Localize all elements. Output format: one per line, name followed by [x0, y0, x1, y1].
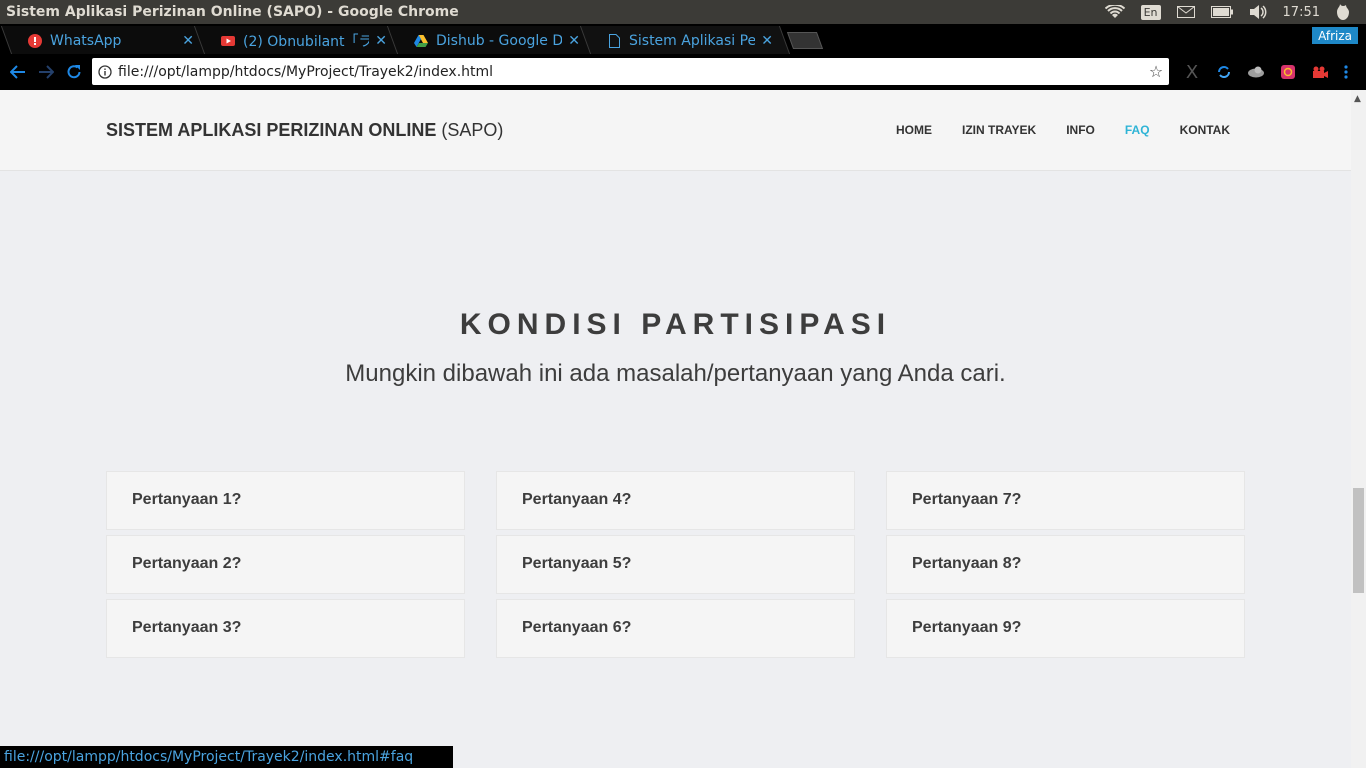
back-arrow-icon[interactable]: [4, 58, 32, 86]
nav-izin-trayek[interactable]: IZIN TRAYEK: [962, 123, 1036, 137]
close-icon[interactable]: ✕: [375, 33, 387, 49]
keyboard-layout-indicator[interactable]: En: [1133, 0, 1169, 24]
nav-home[interactable]: HOME: [896, 123, 932, 137]
close-icon[interactable]: ✕: [182, 33, 194, 49]
scrollbar-thumb[interactable]: [1353, 488, 1364, 593]
volume-icon[interactable]: [1241, 0, 1275, 24]
whatsapp-icon: [28, 34, 42, 48]
faq-item-7[interactable]: Pertanyaan 7?: [886, 471, 1245, 530]
video-extension-icon[interactable]: [1304, 54, 1336, 90]
page-scrollbar[interactable]: ▲: [1351, 90, 1366, 768]
system-tray: En 17:51: [1097, 0, 1366, 24]
tab-sapo-active[interactable]: Sistem Aplikasi Per ✕: [579, 26, 791, 54]
wifi-icon[interactable]: [1097, 0, 1133, 24]
battery-icon[interactable]: [1203, 0, 1241, 24]
brand-name: SISTEM APLIKASI PERIZINAN ONLINE: [106, 120, 437, 140]
faq-question: Pertanyaan 6?: [522, 619, 632, 636]
site-navbar: SISTEM APLIKASI PERIZINAN ONLINE (SAPO) …: [0, 90, 1351, 171]
nav-info[interactable]: INFO: [1066, 123, 1095, 137]
section-heading: KONDISI PARTISIPASI: [459, 308, 892, 341]
nav-kontak[interactable]: KONTAK: [1180, 123, 1230, 137]
faq-question: Pertanyaan 4?: [522, 491, 632, 508]
faq-question: Pertanyaan 7?: [912, 491, 1022, 508]
window-title: Sistem Aplikasi Perizinan Online (SAPO) …: [6, 4, 459, 20]
page-icon: [607, 34, 621, 48]
site-brand[interactable]: SISTEM APLIKASI PERIZINAN ONLINE (SAPO): [106, 120, 503, 141]
new-tab-button[interactable]: [786, 32, 824, 49]
url-text[interactable]: file:///opt/lampp/htdocs/MyProject/Traye…: [118, 64, 1143, 80]
address-bar[interactable]: file:///opt/lampp/htdocs/MyProject/Traye…: [92, 58, 1169, 85]
clock[interactable]: 17:51: [1275, 0, 1328, 24]
forward-arrow-icon[interactable]: [32, 58, 60, 86]
faq-item-9[interactable]: Pertanyaan 9?: [886, 599, 1245, 658]
info-icon[interactable]: [92, 64, 118, 79]
site-menu: HOME IZIN TRAYEK INFO FAQ KONTAK: [866, 123, 1230, 137]
section-subheading: Mungkin dibawah ini ada masalah/pertanya…: [345, 360, 1006, 387]
faq-item-2[interactable]: Pertanyaan 2?: [106, 535, 465, 594]
page-viewport: SISTEM APLIKASI PERIZINAN ONLINE (SAPO) …: [0, 90, 1366, 768]
faq-item-8[interactable]: Pertanyaan 8?: [886, 535, 1245, 594]
tab-youtube[interactable]: (2) Obnubilant「ラ ✕: [193, 26, 405, 54]
faq-item-6[interactable]: Pertanyaan 6?: [496, 599, 855, 658]
browser-toolbar: file:///opt/lampp/htdocs/MyProject/Traye…: [0, 54, 1366, 90]
nav-faq[interactable]: FAQ: [1125, 123, 1150, 137]
extensions-area: X: [1176, 54, 1356, 90]
tab-label: Dishub - Google Dr: [436, 33, 563, 49]
tab-label: Sistem Aplikasi Per: [629, 33, 756, 49]
tab-strip: WhatsApp ✕ (2) Obnubilant「ラ ✕ Dishub - G…: [0, 24, 1366, 54]
tab-label: WhatsApp: [50, 33, 122, 49]
profile-button[interactable]: Afriza: [1312, 27, 1358, 44]
reload-icon[interactable]: [60, 58, 88, 86]
faq-question: Pertanyaan 3?: [132, 619, 242, 636]
faq-item-5[interactable]: Pertanyaan 5?: [496, 535, 855, 594]
tab-whatsapp[interactable]: WhatsApp ✕: [0, 26, 212, 54]
mail-icon[interactable]: [1169, 0, 1203, 24]
language-label: En: [1140, 4, 1161, 20]
tab-label: (2) Obnubilant「ラ: [243, 34, 370, 50]
power-icon[interactable]: [1328, 0, 1358, 24]
faq-item-3[interactable]: Pertanyaan 3?: [106, 599, 465, 658]
faq-item-1[interactable]: Pertanyaan 1?: [106, 471, 465, 530]
faq-question: Pertanyaan 5?: [522, 555, 632, 572]
youtube-icon: [221, 34, 235, 48]
chrome-menu-icon[interactable]: [1336, 54, 1356, 90]
status-bar-url: file:///opt/lampp/htdocs/MyProject/Traye…: [0, 746, 453, 768]
scroll-up-arrow-icon[interactable]: ▲: [1354, 94, 1361, 104]
bookmark-star-icon[interactable]: ☆: [1143, 62, 1169, 81]
os-top-bar: Sistem Aplikasi Perizinan Online (SAPO) …: [0, 0, 1366, 24]
instagram-extension-icon[interactable]: [1272, 54, 1304, 90]
brand-abbr: (SAPO): [441, 120, 504, 140]
faq-question: Pertanyaan 1?: [132, 491, 242, 508]
tab-google-drive[interactable]: Dishub - Google Dr ✕: [386, 26, 598, 54]
close-icon[interactable]: ✕: [761, 33, 773, 49]
faq-question: Pertanyaan 9?: [912, 619, 1022, 636]
cloud-extension-icon[interactable]: [1240, 54, 1272, 90]
faq-item-4[interactable]: Pertanyaan 4?: [496, 471, 855, 530]
faq-question: Pertanyaan 8?: [912, 555, 1022, 572]
google-drive-icon: [414, 34, 428, 48]
close-icon[interactable]: ✕: [568, 33, 580, 49]
faq-question: Pertanyaan 2?: [132, 555, 242, 572]
sync-extension-icon[interactable]: [1208, 54, 1240, 90]
x-extension-icon[interactable]: X: [1176, 54, 1208, 90]
